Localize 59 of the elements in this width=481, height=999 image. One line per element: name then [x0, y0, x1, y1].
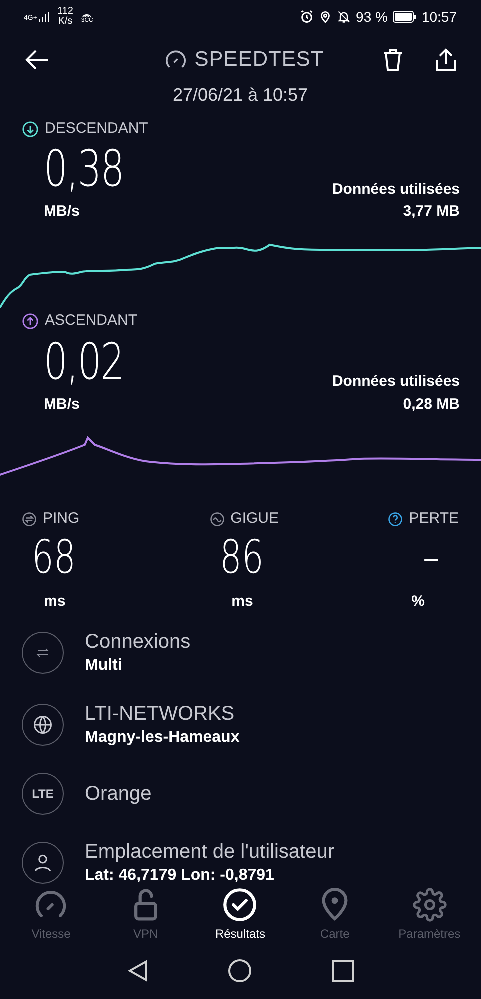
detail-title: Emplacement de l'utilisateur [85, 840, 334, 865]
speed-unit: MB/s [44, 394, 81, 414]
person-icon [22, 842, 64, 884]
ping-icon [22, 512, 37, 527]
detail-title: LTI-NETWORKS [85, 702, 236, 727]
map-pin-icon [321, 887, 350, 923]
metric-value: – [422, 530, 440, 582]
location-icon [319, 10, 332, 24]
test-date: 27/06/21 à 10:57 [172, 85, 308, 105]
metric-value: 86 [220, 530, 264, 582]
nav-tab[interactable]: Vitesse [5, 887, 98, 943]
speed-value: 0,38 [44, 141, 124, 197]
app-title: SPEEDTEST [194, 47, 324, 74]
help-icon [388, 512, 404, 527]
arrows-icon [22, 632, 64, 674]
check-circle-icon [223, 887, 258, 923]
data-used-label: Données utilisées [332, 180, 460, 200]
signal-icon [39, 12, 50, 22]
metric-label: PERTE [409, 509, 459, 529]
nav-tab[interactable]: Carte [289, 887, 382, 943]
metric-unit: % [412, 592, 425, 612]
clock: 10:57 [422, 8, 457, 26]
padlock-icon [132, 887, 159, 923]
detail-subtitle: Multi [85, 656, 124, 676]
download-icon [22, 120, 39, 138]
battery-percent: 93 % [356, 8, 388, 26]
data-used-label: Données utilisées [332, 372, 460, 392]
speed-value: 0,02 [44, 334, 124, 390]
system-back-button[interactable] [128, 960, 148, 982]
settings-icon [412, 887, 447, 923]
data-used-value: 0,28 MB [403, 394, 460, 414]
recents-button[interactable] [332, 960, 354, 982]
nav-tab[interactable]: Paramètres [384, 887, 476, 943]
lte-badge: LTE [22, 773, 64, 815]
muted-bell-icon [337, 10, 352, 24]
gauge-icon [164, 50, 187, 70]
metric-value: 68 [32, 530, 76, 582]
test-label: ASCENDANT [45, 311, 138, 332]
nav-tab[interactable]: Résultats [194, 887, 286, 943]
speed-unit: K/s [58, 17, 73, 27]
metric-label: PING [43, 509, 80, 529]
data-used-value: 3,77 MB [403, 202, 460, 222]
upload-icon [22, 313, 39, 330]
detail-subtitle: Magny-les-Hameaux [85, 728, 240, 748]
speed-unit: MB/s [44, 202, 81, 222]
test-label: DESCENDANT [45, 118, 148, 139]
metric-unit: ms [232, 592, 254, 612]
metric-unit: ms [44, 592, 66, 612]
battery-icon [392, 11, 417, 23]
globe-icon [22, 704, 64, 746]
detail-title: Orange [85, 782, 152, 807]
metric-label: GIGUE [230, 509, 279, 529]
speed-value: 112 [57, 7, 74, 17]
detail-title: Connexions [85, 630, 191, 655]
alarm-icon [300, 10, 314, 24]
detail-subtitle: Lat: 46,7179 Lon: -0,8791 [85, 866, 276, 886]
home-button[interactable] [228, 959, 252, 983]
nav-tab[interactable]: VPN [100, 887, 192, 943]
wave-icon [210, 512, 225, 527]
